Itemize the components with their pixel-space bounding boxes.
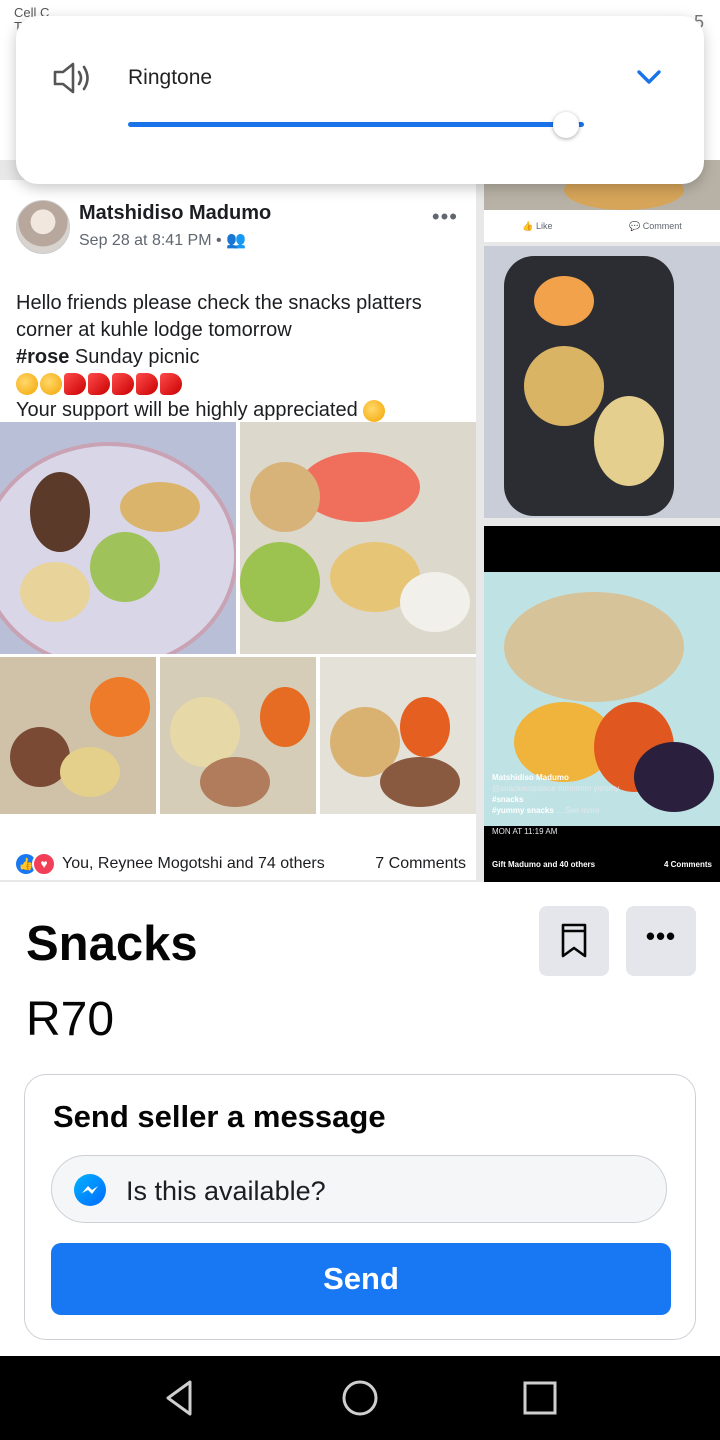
inner-comment: 💬 Comment	[629, 220, 682, 231]
dancer-emoji-icon	[88, 373, 110, 395]
post-more-icon: •••	[431, 204, 458, 229]
more-icon: •••	[645, 921, 677, 951]
recent-apps-icon[interactable]	[520, 1378, 560, 1418]
save-button[interactable]	[539, 906, 609, 976]
second-screenshot: 👍 Like 💬 Comment Matshidiso Madumo @snac…	[484, 160, 720, 882]
inner-caption: Matshidiso Madumo @snackerspalace mmmmm …	[492, 773, 620, 836]
send-button[interactable]: Send	[51, 1243, 671, 1315]
messenger-icon	[74, 1174, 106, 1206]
kiss-emoji-icon	[16, 373, 38, 395]
post-header: Matshidiso Madumo Sep 28 at 8:41 PM • 👥 …	[16, 200, 466, 254]
platter-photo	[484, 246, 720, 518]
volume-stream-label: Ringtone	[128, 66, 213, 89]
system-nav-bar	[0, 1356, 720, 1440]
hashtag: #rose	[16, 346, 70, 368]
speaker-icon[interactable]	[52, 60, 94, 96]
volume-slider-thumb[interactable]	[552, 112, 579, 138]
message-input[interactable]: Is this available?	[51, 1155, 667, 1223]
dark-photo-panel: Matshidiso Madumo @snackerspalace mmmmm …	[484, 526, 720, 882]
avatar	[16, 200, 70, 254]
message-seller-card: Send seller a message Is this available?…	[24, 1074, 696, 1340]
inner-like-bar: 👍 Like 💬 Comment	[484, 210, 720, 242]
smiling-hearts-emoji-icon	[363, 399, 386, 422]
chevron-down-icon[interactable]	[636, 64, 662, 90]
platter-photo	[160, 657, 316, 814]
message-value: Is this available?	[126, 1176, 326, 1206]
listing-price: R70	[26, 993, 115, 1046]
platter-photo	[0, 422, 236, 654]
platter-photo	[320, 657, 476, 814]
post-reactions: 👍 ♥ You, Reynee Mogotshi and 74 others 7…	[16, 852, 466, 876]
platter-photo	[0, 657, 156, 814]
volume-panel: Ringtone	[16, 16, 704, 184]
volume-slider-track[interactable]	[128, 122, 584, 127]
platter-photo	[240, 422, 476, 654]
message-heading: Send seller a message	[53, 1099, 386, 1134]
shared-post-card: Matshidiso Madumo Sep 28 at 8:41 PM • 👥 …	[0, 180, 476, 880]
post-text: Hello friends please check the snacks pl…	[16, 290, 466, 424]
kiss-emoji-icon	[40, 373, 62, 395]
dancer-emoji-icon	[160, 373, 182, 395]
dancer-emoji-icon	[136, 373, 158, 395]
friends-icon: 👥	[226, 232, 246, 249]
home-icon[interactable]	[340, 1378, 380, 1418]
dancer-emoji-icon	[112, 373, 134, 395]
more-options-button[interactable]: •••	[626, 906, 696, 976]
emoji-row	[16, 373, 466, 395]
bookmark-icon	[561, 923, 587, 958]
dancer-emoji-icon	[64, 373, 86, 395]
inner-reactions: Gift Madumo and 40 others 4 Comments	[492, 860, 712, 869]
love-reaction-icon: ♥	[32, 852, 56, 876]
back-icon[interactable]	[160, 1378, 200, 1418]
inner-like: 👍 Like	[522, 220, 553, 231]
listing-photo[interactable]: Matshidiso Madumo Sep 28 at 8:41 PM • 👥 …	[0, 160, 720, 882]
post-meta: Sep 28 at 8:41 PM • 👥	[79, 232, 246, 249]
listing-title: Snacks	[26, 917, 198, 971]
post-author: Matshidiso Madumo	[79, 202, 272, 224]
